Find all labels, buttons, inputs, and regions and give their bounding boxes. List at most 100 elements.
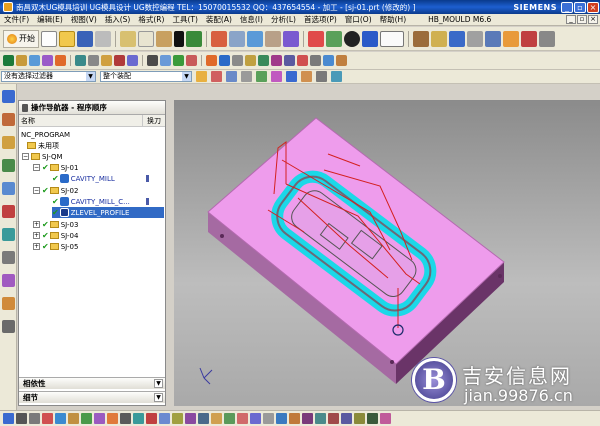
hole-icon[interactable]	[172, 413, 183, 424]
measure-distance-icon[interactable]	[380, 413, 391, 424]
select-all-icon[interactable]	[196, 71, 207, 82]
close-button[interactable]: ×	[587, 1, 599, 13]
layer-icon[interactable]	[308, 30, 324, 47]
csys-icon[interactable]	[367, 413, 378, 424]
palettes-tab-icon[interactable]	[2, 297, 15, 310]
shaded-view-icon[interactable]	[211, 30, 227, 47]
deselect-icon[interactable]	[211, 71, 222, 82]
mdi-minimize-button[interactable]: _	[566, 15, 576, 24]
mdi-close-button[interactable]: ×	[588, 15, 598, 24]
menu-insert[interactable]: 插入(S)	[101, 14, 135, 25]
fit-view-icon[interactable]	[229, 30, 245, 47]
snap-face-icon[interactable]	[284, 55, 295, 66]
sketch-icon[interactable]	[328, 413, 339, 424]
part-navigator-tab-icon[interactable]	[2, 136, 15, 149]
chamfer-icon[interactable]	[159, 413, 170, 424]
web-browser-tab-icon[interactable]	[2, 182, 15, 195]
filter-curve-icon[interactable]	[301, 71, 312, 82]
select-icon[interactable]	[3, 413, 14, 424]
expand-toggle[interactable]: +	[33, 232, 40, 239]
chevron-down-icon[interactable]: ▼	[154, 393, 163, 402]
filter-type-icon[interactable]	[226, 71, 237, 82]
print-icon[interactable]	[95, 30, 111, 47]
create-operation-icon[interactable]	[55, 55, 66, 66]
revolve-icon[interactable]	[94, 413, 105, 424]
shop-doc-icon[interactable]	[127, 55, 138, 66]
details-panel-header[interactable]: 细节 ▼	[19, 391, 165, 403]
measure-icon[interactable]	[485, 30, 501, 47]
mould-icon[interactable]	[503, 30, 519, 47]
datum-plane-icon[interactable]	[341, 413, 352, 424]
delete-icon[interactable]	[174, 30, 184, 47]
snap-mid-icon[interactable]	[232, 55, 243, 66]
snap-end-icon[interactable]	[219, 55, 230, 66]
pattern-icon[interactable]	[185, 413, 196, 424]
method-view-icon[interactable]	[186, 55, 197, 66]
tooling-icon[interactable]	[521, 30, 537, 47]
split-icon[interactable]	[263, 413, 274, 424]
filter-layer-icon[interactable]	[256, 71, 267, 82]
filter-edge-icon[interactable]	[331, 71, 342, 82]
collapse-toggle[interactable]: −	[22, 153, 29, 160]
patch-icon[interactable]	[302, 413, 313, 424]
tree-node-nc-program[interactable]: NC_PROGRAM	[21, 129, 143, 140]
menu-info[interactable]: 信息(I)	[236, 14, 267, 25]
restore-button[interactable]: ▫	[574, 1, 586, 13]
datum-axis-icon[interactable]	[354, 413, 365, 424]
intersect-icon[interactable]	[250, 413, 261, 424]
menu-analysis[interactable]: 分析(L)	[267, 14, 300, 25]
tree-node-unused[interactable]: 未用项	[27, 140, 149, 151]
replace-face-icon[interactable]	[289, 413, 300, 424]
tree-node-zlevel-profile[interactable]: ✔ ZLEVEL_PROFILE	[52, 207, 164, 218]
trim-icon[interactable]	[107, 413, 118, 424]
reuse-library-tab-icon[interactable]	[2, 159, 15, 172]
sew-icon[interactable]	[133, 413, 144, 424]
assembly-navigator-tab-icon[interactable]	[2, 113, 15, 126]
verify-toolpath-icon[interactable]	[101, 55, 112, 66]
shell-icon[interactable]	[211, 413, 222, 424]
roles-tab-icon[interactable]	[2, 251, 15, 264]
line-icon[interactable]	[42, 413, 53, 424]
render-style-icon[interactable]	[344, 30, 360, 47]
extract-icon[interactable]	[315, 413, 326, 424]
analysis-icon[interactable]	[467, 30, 483, 47]
blend-icon[interactable]	[146, 413, 157, 424]
tree-node-sj-03[interactable]: + ✔ SJ-03	[33, 219, 155, 230]
menu-format[interactable]: 格式(R)	[134, 14, 168, 25]
offset-icon[interactable]	[120, 413, 131, 424]
replay-toolpath-icon[interactable]	[88, 55, 99, 66]
snap-arc-icon[interactable]	[297, 55, 308, 66]
tree-node-sj-qm[interactable]: − SJ-QM	[22, 151, 144, 162]
pan-icon[interactable]	[283, 30, 299, 47]
selection-filter-select[interactable]: 没有选择过滤器 ▼	[1, 71, 96, 82]
collapse-toggle[interactable]: −	[33, 164, 40, 171]
postprocess-icon[interactable]	[114, 55, 125, 66]
process-studio-tab-icon[interactable]	[2, 274, 15, 287]
dependencies-panel-header[interactable]: 相依性 ▼	[19, 377, 165, 389]
graphics-viewport[interactable]: B 吉安信息网 jian.99876.cn	[174, 100, 600, 406]
start-button[interactable]: 开始	[3, 29, 39, 48]
snap-point-icon[interactable]	[206, 55, 217, 66]
subtract-icon[interactable]	[237, 413, 248, 424]
part-navigator-icon[interactable]	[413, 30, 429, 47]
chevron-down-icon[interactable]: ▼	[154, 379, 163, 388]
program-view-icon[interactable]	[147, 55, 158, 66]
operation-navigator-tab-icon[interactable]	[2, 90, 15, 103]
collapse-toggle[interactable]: −	[33, 187, 40, 194]
menu-help[interactable]: 帮助(H)	[376, 14, 411, 25]
filter-point-icon[interactable]	[316, 71, 327, 82]
column-header-name[interactable]: 名称	[19, 115, 143, 126]
system-materials-tab-icon[interactable]	[2, 228, 15, 241]
paste-icon[interactable]	[156, 30, 172, 47]
minimize-button[interactable]: _	[561, 1, 573, 13]
spline-icon[interactable]	[68, 413, 79, 424]
mirror-icon[interactable]	[198, 413, 209, 424]
tree-node-sj-01[interactable]: − ✔ SJ-01	[33, 162, 155, 173]
assembly-icon[interactable]	[431, 30, 447, 47]
cut-icon[interactable]	[120, 30, 136, 47]
point-icon[interactable]	[29, 413, 40, 424]
pin-icon[interactable]	[22, 103, 28, 112]
arc-icon[interactable]	[55, 413, 66, 424]
create-geometry-icon[interactable]	[29, 55, 40, 66]
snap-intersect-icon[interactable]	[271, 55, 282, 66]
